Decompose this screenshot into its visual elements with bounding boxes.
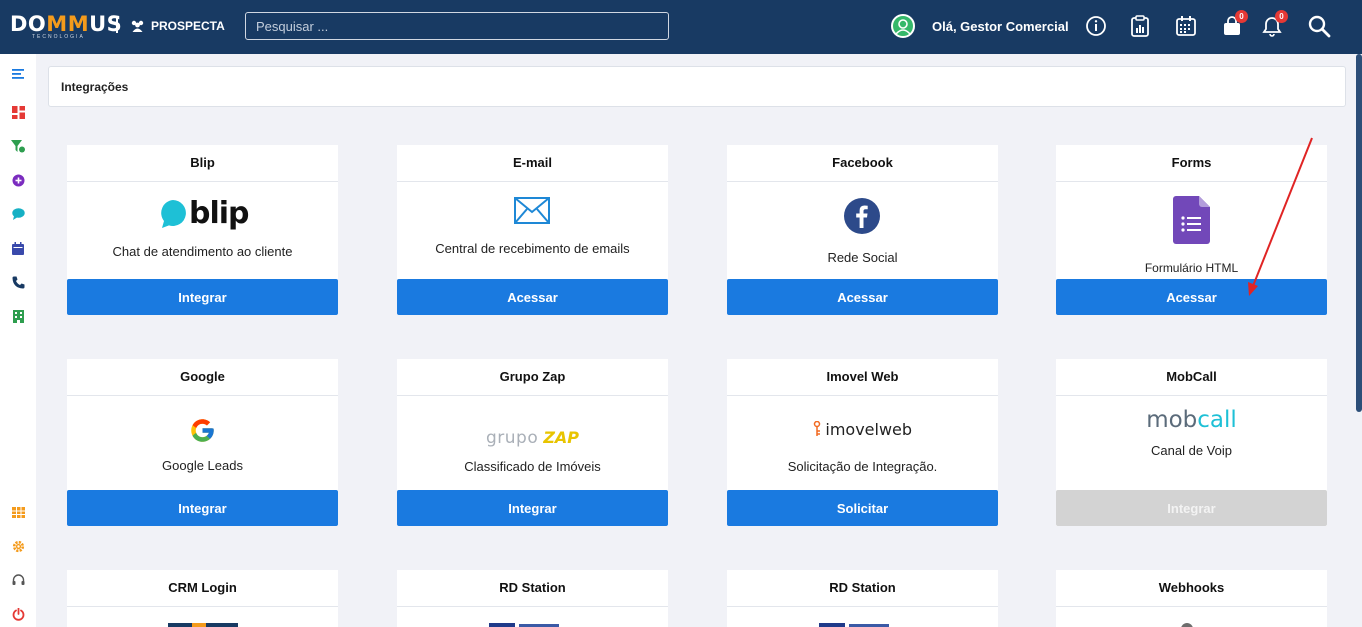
blip-wordmark: blip	[189, 196, 250, 231]
top-bar: DOMMUS TECNOLOGIA PROSPECTA Olá, Gestor …	[0, 0, 1362, 54]
clipboard-report-icon[interactable]	[1127, 13, 1153, 39]
card-title: E-mail	[397, 145, 668, 182]
card-title: MobCall	[1056, 359, 1327, 396]
table-grid-icon[interactable]	[10, 504, 26, 520]
grupo-zap-logo-zap: ZAP	[543, 428, 580, 447]
phone-icon[interactable]	[10, 274, 26, 290]
cart-badge: 0	[1235, 10, 1248, 23]
card-description: Chat de atendimento ao cliente	[112, 244, 293, 259]
logo-text-accent: MM	[46, 12, 90, 36]
integration-card-grupo-zap: Grupo Zap grupo ZAP Classificado de Imóv…	[397, 359, 668, 526]
search-icon[interactable]	[1306, 13, 1332, 39]
page-title: Integrações	[61, 80, 129, 94]
dommus-logo	[168, 623, 238, 627]
card-description: Classificado de Imóveis	[464, 459, 601, 474]
page-header: Integrações	[48, 66, 1346, 107]
card-description: Central de recebimento de emails	[435, 241, 630, 256]
acessar-button[interactable]: Acessar	[1056, 279, 1327, 315]
integration-card-forms: Forms Formulário HTML Acessar	[1056, 145, 1327, 315]
rd-station-logo	[489, 623, 559, 627]
search-input[interactable]	[245, 12, 669, 40]
card-title: CRM Login	[67, 570, 338, 607]
card-description: Solicitação de Integração.	[787, 459, 938, 474]
integration-card-facebook: Facebook Rede Social Acessar	[727, 145, 998, 315]
solicitar-button[interactable]: Solicitar	[727, 490, 998, 526]
notifications-button[interactable]: 0	[1259, 10, 1288, 39]
integrar-button[interactable]: Integrar	[67, 279, 338, 315]
info-icon[interactable]	[1083, 13, 1109, 39]
sidebar	[0, 54, 36, 627]
mobcall-logo-mob: mob	[1146, 407, 1198, 433]
imovelweb-wordmark: imovelweb	[825, 420, 913, 439]
calendar-sidebar-icon[interactable]	[10, 240, 26, 256]
imovelweb-mark-icon	[813, 420, 821, 436]
card-title: RD Station	[727, 570, 998, 607]
grupo-zap-logo: grupo ZAP	[397, 428, 668, 448]
notification-badge: 0	[1275, 10, 1288, 23]
card-description: Google Leads	[162, 458, 243, 473]
integrar-button[interactable]: Integrar	[397, 490, 668, 526]
add-circle-icon[interactable]	[10, 172, 26, 188]
imovelweb-logo: imovelweb	[727, 420, 998, 440]
card-description: Formulário HTML	[1144, 261, 1239, 275]
card-description: Canal de Voip	[1151, 443, 1232, 458]
scrollbar[interactable]	[1356, 54, 1362, 412]
card-title: Forms	[1056, 145, 1327, 182]
user-greeting[interactable]: Olá, Gestor Comercial	[932, 19, 1069, 34]
grupo-zap-logo-grupo: grupo	[485, 428, 539, 448]
funnel-icon[interactable]	[10, 138, 26, 154]
card-title: Webhooks	[1056, 570, 1327, 607]
module-switcher[interactable]: PROSPECTA	[130, 19, 225, 33]
card-title: Imovel Web	[727, 359, 998, 396]
dommus-logo[interactable]: DOMMUS	[10, 12, 122, 36]
card-title: Google	[67, 359, 338, 396]
integration-card-email: E-mail Central de recebimento de emails …	[397, 145, 668, 315]
mobcall-logo: mobcall	[1056, 407, 1327, 433]
facebook-icon	[844, 198, 880, 234]
card-description: Rede Social	[827, 250, 898, 265]
integration-card-rd-station-1: RD Station	[397, 570, 668, 627]
webhook-icon	[1181, 623, 1193, 627]
dashboard-icon[interactable]	[10, 104, 26, 120]
envelope-icon	[514, 197, 550, 224]
header-divider	[116, 17, 118, 33]
logo-subtitle: TECNOLOGIA	[32, 34, 85, 40]
module-label: PROSPECTA	[151, 19, 225, 33]
calendar-icon[interactable]	[1173, 13, 1199, 39]
acessar-button[interactable]: Acessar	[727, 279, 998, 315]
acessar-button[interactable]: Acessar	[397, 279, 668, 315]
integration-card-webhooks: Webhooks	[1056, 570, 1327, 627]
mobcall-logo-call: call	[1197, 407, 1237, 433]
headset-icon[interactable]	[10, 572, 26, 588]
integration-card-imovel-web: Imovel Web imovelweb Solicitação de Inte…	[727, 359, 998, 526]
card-title: RD Station	[397, 570, 668, 607]
card-title: Grupo Zap	[397, 359, 668, 396]
integrar-button-disabled[interactable]: Integrar	[1056, 490, 1327, 526]
menu-toggle-icon[interactable]	[10, 66, 26, 82]
users-icon	[131, 20, 144, 32]
building-icon[interactable]	[10, 308, 26, 324]
power-icon[interactable]	[10, 606, 26, 622]
google-icon	[191, 419, 214, 442]
logo-text-start: DO	[10, 12, 47, 36]
integration-card-mobcall: MobCall mobcall Canal de Voip Integrar	[1056, 359, 1327, 526]
integration-card-blip: Blip blip Chat de atendimento ao cliente…	[67, 145, 338, 315]
card-title: Blip	[67, 145, 338, 182]
google-forms-icon	[1173, 196, 1210, 244]
shopping-bag-button[interactable]: 0	[1219, 10, 1248, 39]
integration-card-google: Google Google Leads Integrar	[67, 359, 338, 526]
card-title: Facebook	[727, 145, 998, 182]
rd-station-logo	[819, 623, 889, 627]
user-avatar[interactable]	[891, 14, 915, 38]
integration-card-crm-login: CRM Login	[67, 570, 338, 627]
blip-logo: blip	[159, 196, 250, 231]
chat-icon[interactable]	[10, 206, 26, 222]
integration-card-rd-station-2: RD Station	[727, 570, 998, 627]
integrar-button[interactable]: Integrar	[67, 490, 338, 526]
settings-gear-icon[interactable]	[10, 538, 26, 554]
